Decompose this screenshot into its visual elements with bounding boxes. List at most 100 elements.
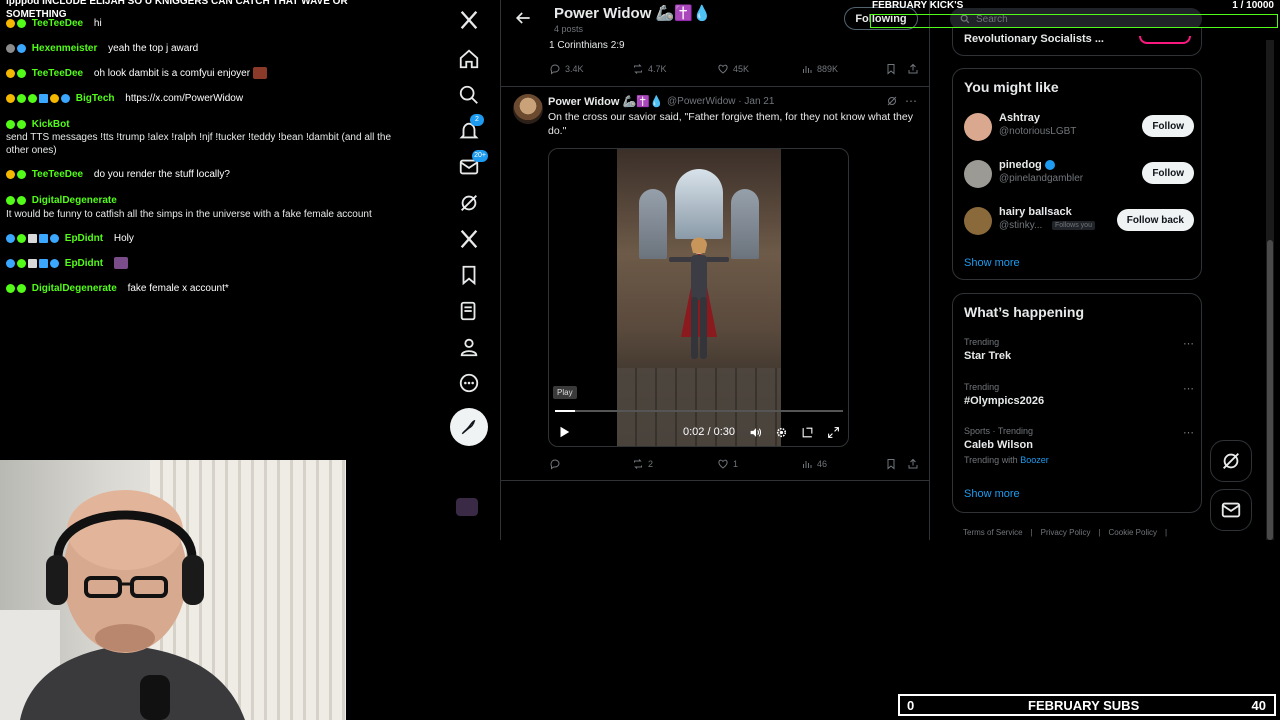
chat-message: EpDidnt (6, 257, 406, 270)
user-badges (6, 195, 26, 205)
user-name[interactable]: Ashtray (999, 112, 1040, 124)
chat-username[interactable]: EpDidnt (65, 258, 103, 269)
chat-message: TeeTeeDee hi (6, 17, 406, 30)
chat-username[interactable]: TeeTeeDee (32, 18, 83, 29)
settings-gear-icon[interactable] (775, 426, 788, 439)
recommended-user[interactable]: hairy ballsack @stinky... Follows you Fo… (964, 205, 1194, 239)
bookmark-icon[interactable] (885, 458, 897, 470)
repost-button[interactable]: 4.7K (632, 63, 667, 75)
video-player[interactable]: Play 0:02 / 0:30 (548, 148, 849, 447)
recommended-user[interactable]: Ashtray @notoriousLGBT Follow (964, 111, 1194, 145)
user-name[interactable]: pinedog (999, 159, 1055, 171)
trend-item[interactable]: Sports · Trending Caleb Wilson Trending … (964, 426, 1194, 465)
chat-username[interactable]: KickBot (32, 119, 70, 130)
profile-icon[interactable] (456, 334, 482, 360)
repost-button[interactable]: 2 (632, 458, 653, 470)
emote-icon (252, 67, 267, 80)
view-count: 46 (817, 459, 828, 469)
notification-badge: 2 (470, 114, 484, 126)
chat-username[interactable]: Hexenmeister (32, 43, 98, 54)
scrollbar-thumb[interactable] (1267, 240, 1273, 540)
trend-name[interactable]: Caleb Wilson (964, 439, 1194, 451)
tweet-author-name[interactable]: Power Widow 🦾✝️💧 (548, 95, 664, 108)
grok-icon[interactable] (886, 95, 898, 107)
profile-timeline: Power Widow 🦾✝️💧 4 posts 1 Corinthians 2… (500, 0, 930, 540)
like-button[interactable]: 1 (717, 458, 738, 470)
more-icon[interactable] (456, 370, 482, 396)
follow-button[interactable]: Follow (1142, 115, 1194, 137)
follow-back-button[interactable]: Follow back (1116, 209, 1194, 231)
bookmark-icon[interactable] (885, 63, 897, 75)
chat-username[interactable]: TeeTeeDee (32, 169, 83, 180)
avatar[interactable] (513, 94, 543, 124)
views-button[interactable]: 46 (801, 458, 827, 470)
avatar[interactable] (964, 160, 992, 188)
home-icon[interactable] (456, 46, 482, 72)
user-badges (6, 18, 26, 28)
messages-fab-button[interactable] (1210, 489, 1252, 531)
user-badges (6, 43, 26, 53)
user-name[interactable]: hairy ballsack (999, 206, 1072, 218)
whats-happening-card: What’s happening Trending Star Trek ⋯ Tr… (952, 293, 1202, 513)
user-badges (6, 169, 26, 179)
notifications-icon[interactable]: 2 (456, 114, 484, 144)
trend-item[interactable]: Trending #Olympics2026 ⋯ (964, 382, 1194, 407)
user-handle: @notoriousLGBT (999, 126, 1077, 137)
more-options-icon[interactable]: ⋯ (1183, 426, 1194, 439)
avatar[interactable] (964, 113, 992, 141)
share-icon[interactable] (907, 458, 919, 470)
play-icon[interactable] (557, 425, 571, 439)
subs-target: 40 (1251, 698, 1266, 713)
show-more-link[interactable]: Show more (964, 488, 1020, 500)
chat-username[interactable]: TeeTeeDee (32, 68, 83, 79)
like-button[interactable]: 45K (717, 63, 749, 75)
card-title: What’s happening (964, 304, 1085, 320)
footer-link-privacy[interactable]: Privacy Policy (1041, 528, 1091, 537)
chat-text[interactable]: https://x.com/PowerWidow (125, 93, 243, 104)
more-options-icon[interactable]: ⋯ (1183, 337, 1194, 350)
scrollbar[interactable] (1266, 40, 1274, 540)
x-logo-icon[interactable] (456, 7, 482, 33)
search-icon[interactable] (456, 82, 482, 108)
repost-count: 2 (648, 459, 654, 469)
messages-icon[interactable]: 20+ (456, 150, 488, 180)
picture-in-picture-icon[interactable] (801, 426, 814, 439)
chat-message: DigitalDegenerate fake female x account* (6, 282, 406, 295)
reply-count: 3.4K (565, 64, 584, 74)
more-options-icon[interactable]: ⋯ (905, 94, 917, 108)
compose-post-button[interactable] (450, 408, 488, 446)
verified-badge-icon (1044, 160, 1055, 171)
share-icon[interactable] (907, 63, 919, 75)
bookmarks-icon[interactable] (456, 262, 482, 288)
trend-name[interactable]: Star Trek (964, 350, 1194, 362)
chat-username[interactable]: DigitalDegenerate (32, 283, 117, 294)
grok-icon[interactable] (456, 190, 482, 216)
video-character (669, 237, 729, 359)
video-progress-bar[interactable] (555, 410, 843, 412)
trend-related-link[interactable]: Boozer (1020, 455, 1049, 465)
follow-button[interactable]: Follow (1142, 162, 1194, 184)
chat-username[interactable]: EpDidnt (65, 233, 103, 244)
footer-link-cookie[interactable]: Cookie Policy (1109, 528, 1157, 537)
show-more-link[interactable]: Show more (964, 257, 1020, 269)
back-arrow-icon[interactable] (513, 8, 533, 28)
volume-icon[interactable] (749, 426, 762, 439)
recommended-user[interactable]: pinedog @pinelandgambler Follow (964, 158, 1194, 192)
more-options-icon[interactable]: ⋯ (1183, 382, 1194, 395)
grok-fab-button[interactable] (1210, 440, 1252, 482)
account-avatar[interactable] (456, 498, 478, 516)
chat-username[interactable]: BigTech (76, 93, 115, 104)
reply-button[interactable] (549, 458, 565, 470)
views-button[interactable]: 889K (801, 63, 838, 75)
reply-button[interactable]: 3.4K (549, 63, 584, 75)
trend-name[interactable]: #Olympics2026 (964, 395, 1194, 407)
footer-link-terms[interactable]: Terms of Service (963, 528, 1023, 537)
tweet-author-handle[interactable]: @PowerWidow · Jan 21 (667, 96, 774, 107)
chat-username[interactable]: DigitalDegenerate (32, 195, 117, 206)
fullscreen-icon[interactable] (827, 426, 840, 439)
cut-item-name[interactable]: Revolutionary Socialists ... (964, 33, 1104, 45)
trend-item[interactable]: Trending Star Trek ⋯ (964, 337, 1194, 362)
articles-icon[interactable] (456, 298, 482, 324)
avatar[interactable] (964, 207, 992, 235)
premium-x-icon[interactable] (456, 226, 482, 252)
